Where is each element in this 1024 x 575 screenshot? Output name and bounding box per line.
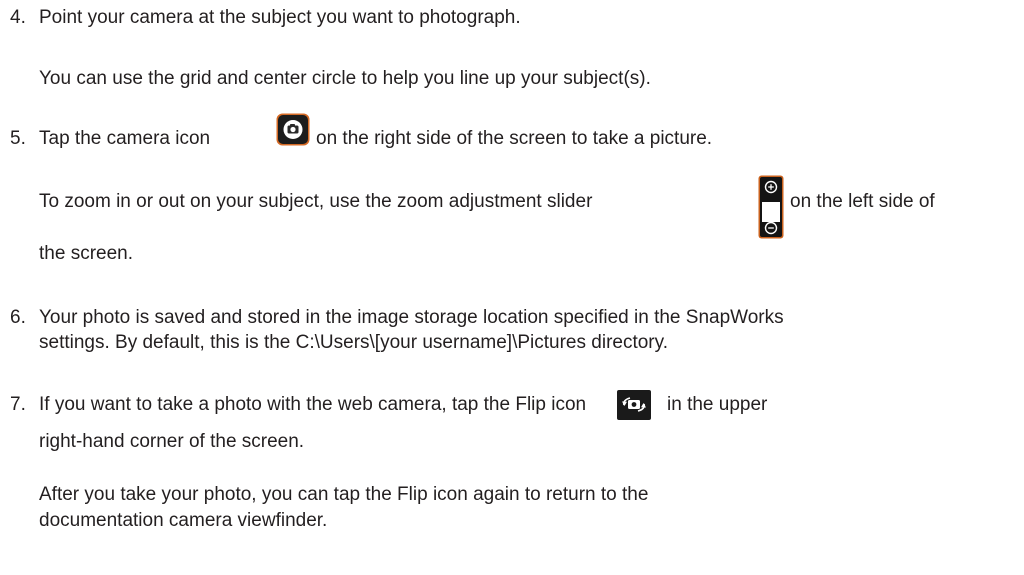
step-5-text-after: on the right side of the screen to take … <box>316 128 713 149</box>
step-number: 4. <box>10 7 26 28</box>
step-number: 6. <box>10 307 26 328</box>
step-6-line-2: settings. By default, this is the C:\Use… <box>39 332 669 353</box>
step-number: 5. <box>10 128 26 149</box>
step-6-line-1: Your photo is saved and stored in the im… <box>39 307 784 328</box>
step-5-note-before: To zoom in or out on your subject, use t… <box>39 191 593 212</box>
zoom-slider-icon <box>758 175 784 239</box>
step-6: 6. Your photo is saved and stored in the … <box>10 306 784 330</box>
step-5-note-wrap: the screen. <box>39 243 133 264</box>
step-7: 7. If you want to take a photo with the w… <box>10 393 586 417</box>
step-7-line-1-before: If you want to take a photo with the web… <box>39 394 587 415</box>
step-7-line-1-after: in the upper <box>667 394 768 415</box>
step-7-note-line-1: After you take your photo, you can tap t… <box>39 484 649 505</box>
camera-icon <box>276 113 310 146</box>
step-7-line-2: right-hand corner of the screen. <box>39 431 305 452</box>
step-4-note: You can use the grid and center circle t… <box>39 68 651 89</box>
step-5-text-before: Tap the camera icon <box>39 128 211 149</box>
step-7-note-line-2: documentation camera viewfinder. <box>39 510 328 531</box>
flip-icon <box>617 390 651 420</box>
step-4: 4. Point your camera at the subject you w… <box>10 6 521 30</box>
step-number: 7. <box>10 394 26 415</box>
step-5: 5. Tap the camera icon <box>10 127 210 151</box>
step-4-text: Point your camera at the subject you wan… <box>39 7 521 28</box>
step-5-note-after: on the left side of <box>790 191 935 212</box>
document-page: { "steps": [ { "number": "4.", "main": "… <box>0 0 1024 575</box>
